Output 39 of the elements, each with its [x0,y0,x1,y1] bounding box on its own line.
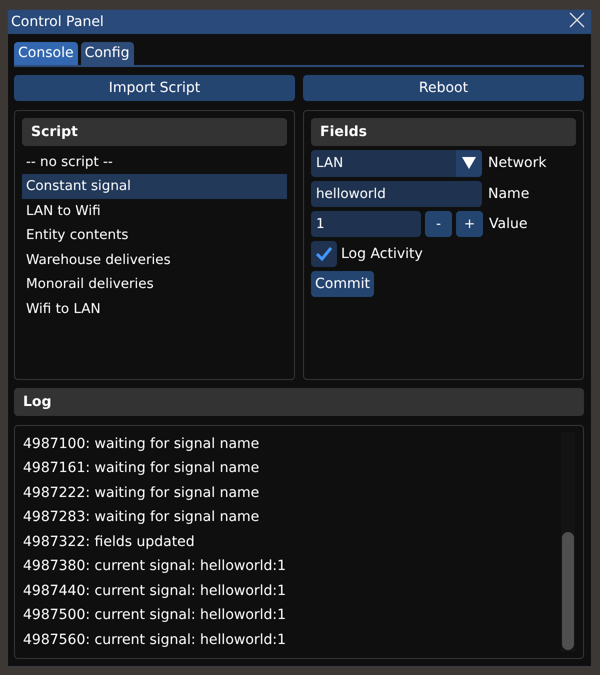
log-line: 4987283: waiting for signal name [23,508,260,527]
script-list-item[interactable]: Constant signal [22,174,287,198]
log-line: 4987161: waiting for signal name [23,459,260,478]
log-line: 4987100: waiting for signal name [23,434,260,454]
log-line: 4987440: current signal: helloworld:1 [23,582,288,600]
scrollbar-thumb[interactable] [562,532,574,650]
section-header: Log [14,388,584,416]
script-list-item[interactable]: Warehouse deliveries [22,248,287,272]
section-header: Script [22,118,287,146]
tab[interactable]: Config [80,42,134,64]
log-line: 4987560: current signal: helloworld:1 [23,630,288,650]
script-list-item[interactable]: Monorail deliveries [22,272,287,296]
window-title: Control Panel [11,14,104,30]
name-input-field[interactable]: helloworld [311,180,482,206]
script-list-item[interactable]: Wifi to LAN [22,296,287,321]
checkmark-icon [315,246,333,262]
log-line: 4987322: fields updated [23,532,196,552]
decrement-button[interactable]: - [425,210,452,236]
log-line: 4987380: current signal: helloworld:1 [23,557,288,576]
field-label: Value [489,216,528,232]
script-list-item[interactable]: LAN to Wifi [22,198,287,223]
log-line: 4987500: current signal: helloworld:1 [23,606,288,625]
scrollbar[interactable] [561,432,575,652]
script-list-item[interactable]: -- no script -- [22,150,287,174]
section-header: Fields [311,118,576,146]
field-label: Name [488,186,530,202]
checkbox[interactable] [311,240,337,266]
log-line: 4987222: waiting for signal name [23,484,260,502]
field-label: Network [488,155,546,171]
network-dropdown[interactable]: LAN [311,150,482,176]
tab[interactable]: Console [14,42,78,64]
commit-button[interactable]: Commit [311,270,374,296]
value-input-field[interactable]: 1 [311,210,421,236]
script-list-item[interactable]: Entity contents [22,223,287,248]
checkbox-label: Log Activity [341,246,423,262]
increment-button[interactable]: + [456,210,483,236]
import-script-button[interactable]: Import Script [14,74,295,100]
dropdown-arrow-icon [462,157,476,169]
reboot-button[interactable]: Reboot [303,74,584,100]
